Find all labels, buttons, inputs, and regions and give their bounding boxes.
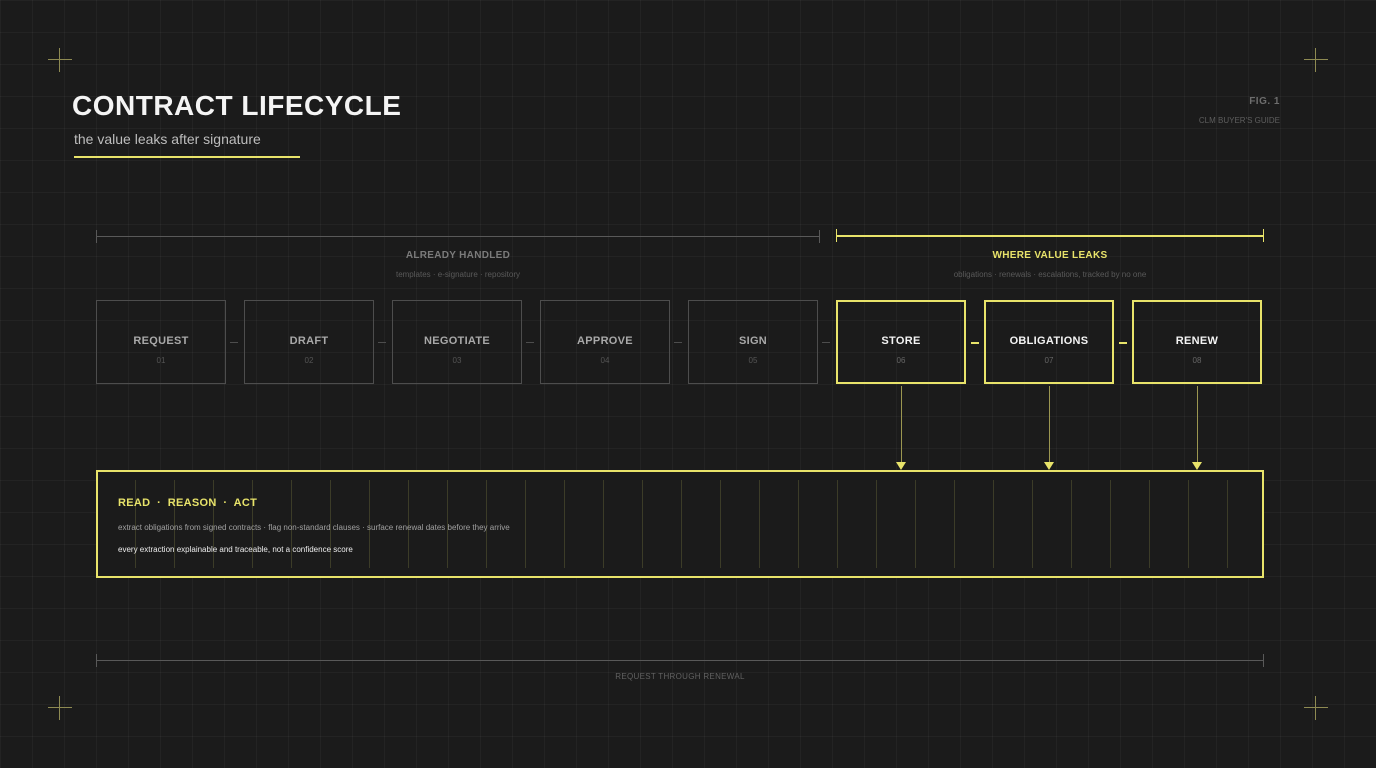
stage-number: 01	[156, 356, 166, 365]
stage-number: 02	[304, 356, 314, 365]
corner-crosshair-top-left	[48, 48, 72, 72]
panel-description: extract obligations from signed contract…	[118, 523, 510, 532]
stage-store: STORE 06	[836, 300, 966, 384]
stage-negotiate: NEGOTIATE 03	[392, 300, 522, 384]
title-underline	[74, 156, 300, 158]
arrowhead-icon	[1192, 462, 1202, 470]
stage-renew: RENEW 08	[1132, 300, 1262, 384]
stage-name: RENEW	[1175, 335, 1219, 347]
page-subtitle: the value leaks after signature	[74, 131, 261, 147]
footer-label: REQUEST THROUGH RENEWAL	[615, 672, 745, 681]
stage-connector	[526, 342, 534, 343]
stage-name: OBLIGATIONS	[1009, 335, 1089, 347]
figure-label: FIG. 1	[1249, 96, 1280, 107]
stage-request: REQUEST 01	[96, 300, 226, 384]
stage-draft: DRAFT 02	[244, 300, 374, 384]
bracket-already-handled	[96, 230, 820, 243]
guide-label: CLM BUYER'S GUIDE	[1198, 116, 1280, 125]
corner-crosshair-bottom-right	[1304, 696, 1328, 720]
read-reason-act-panel: READ · REASON · ACT extract obligations …	[96, 470, 1264, 578]
stage-name: DRAFT	[289, 335, 329, 347]
stage-name: APPROVE	[577, 335, 633, 347]
stage-number: 06	[896, 356, 906, 365]
stage-approve: APPROVE 04	[540, 300, 670, 384]
stage-number: 03	[452, 356, 462, 365]
arrowhead-icon	[1044, 462, 1054, 470]
stage-name: NEGOTIATE	[423, 335, 491, 347]
group-sub-where-value-leaks: obligations · renewals · escalations, tr…	[953, 270, 1147, 279]
stage-connector	[378, 342, 386, 343]
stage-number: 07	[1044, 356, 1054, 365]
stage-number: 08	[1192, 356, 1202, 365]
stage-name: STORE	[881, 335, 921, 347]
bracket-where-value-leaks	[836, 229, 1264, 242]
stage-connector	[230, 342, 238, 343]
panel-title: READ · REASON · ACT	[118, 497, 258, 509]
stage-number: 05	[748, 356, 758, 365]
stage-connector	[822, 342, 830, 343]
group-label-already-handled: ALREADY HANDLED	[405, 250, 511, 261]
stage-connector	[674, 342, 682, 343]
stage-name: SIGN	[738, 335, 768, 347]
corner-crosshair-top-right	[1304, 48, 1328, 72]
bracket-full-lifecycle	[96, 654, 1264, 667]
group-sub-already-handled: templates · e-signature · repository	[395, 270, 521, 279]
arrow-renew-to-engine	[1197, 386, 1198, 462]
page-title: CONTRACT LIFECYCLE	[72, 90, 402, 121]
arrowhead-icon	[896, 462, 906, 470]
stage-connector	[971, 342, 979, 344]
stage-sign: SIGN 05	[688, 300, 818, 384]
stage-connector	[1119, 342, 1127, 344]
arrow-obligations-to-engine	[1049, 386, 1050, 462]
stage-number: 04	[600, 356, 610, 365]
group-label-where-value-leaks: WHERE VALUE LEAKS	[992, 250, 1108, 261]
stage-obligations: OBLIGATIONS 07	[984, 300, 1114, 384]
corner-crosshair-bottom-left	[48, 696, 72, 720]
stage-name: REQUEST	[133, 335, 189, 347]
panel-note: every extraction explainable and traceab…	[118, 545, 353, 554]
arrow-store-to-engine	[901, 386, 902, 462]
